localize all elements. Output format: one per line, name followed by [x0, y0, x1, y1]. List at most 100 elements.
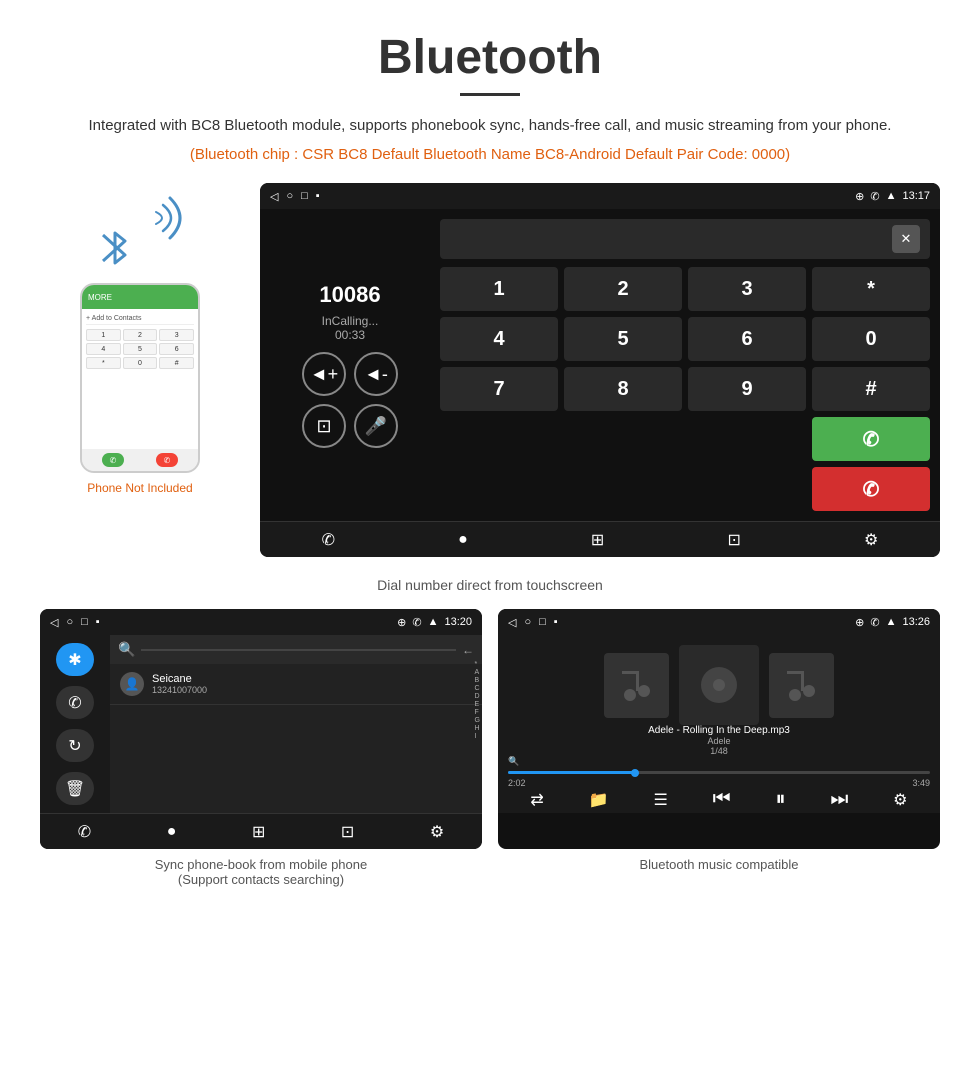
music-disc-icon: [699, 665, 739, 705]
call-answer-btn[interactable]: ✆: [812, 417, 930, 461]
music-prev-btn[interactable]: ⏮: [713, 788, 731, 811]
key-8[interactable]: 8: [564, 367, 682, 411]
location-icon: ⊕: [855, 190, 864, 203]
back-icon: ◁: [270, 190, 278, 203]
music-next-btn[interactable]: ⏭: [830, 788, 848, 811]
music-shuffle-btn[interactable]: ⇄: [530, 790, 543, 810]
pb-status-right: ⊕ ✆ ▲ 13:20: [397, 616, 472, 629]
pb-nav-messages[interactable]: ⊡: [341, 822, 354, 842]
dial-caption: Dial number direct from touchscreen: [40, 577, 940, 593]
nav-dialpad-icon[interactable]: ⊞: [591, 530, 604, 550]
volume-up-btn[interactable]: ◄+: [302, 352, 346, 396]
phonebook-caption-line2: (Support contacts searching): [178, 872, 344, 887]
key-6[interactable]: 6: [688, 317, 806, 361]
dial-input-display: ✕: [440, 219, 930, 259]
notification-icon: ▪: [316, 190, 320, 203]
alpha-H: H: [475, 725, 480, 732]
phone-mockup: MORE + Add to Contacts 1 2 3 4 5 6 * 0 #: [80, 283, 200, 473]
dial-left-panel: 10086 InCalling... 00:33 ◄+ ◄- ⊡ 🎤: [270, 219, 430, 511]
music-notif-icon: ▪: [554, 616, 558, 629]
call-end-btn[interactable]: ✆: [812, 467, 930, 511]
phone-key-hash[interactable]: #: [159, 357, 194, 369]
music-search-icon[interactable]: 🔍: [508, 756, 519, 767]
phonebook-body: ✱ ✆ ↻ 🗑 🔍 ←: [40, 635, 482, 813]
music-screen-wrap: ◁ ○ □ ▪ ⊕ ✆ ▲ 13:26: [498, 609, 940, 887]
pb-search-field[interactable]: [141, 649, 456, 651]
phone-call-btn[interactable]: ✆: [102, 453, 124, 467]
phone-key-4[interactable]: 4: [86, 343, 121, 355]
alpha-G: G: [475, 717, 480, 724]
screen-btn[interactable]: ⊡: [302, 404, 346, 448]
music-album-prev: [604, 653, 669, 718]
key-5[interactable]: 5: [564, 317, 682, 361]
music-caption: Bluetooth music compatible: [498, 857, 940, 872]
nav-calls-icon[interactable]: ✆: [322, 530, 335, 550]
recent-icon: □: [301, 190, 308, 203]
nav-contacts-icon[interactable]: ●: [458, 531, 468, 549]
key-4[interactable]: 4: [440, 317, 558, 361]
phonebook-screen-wrap: ◁ ○ □ ▪ ⊕ ✆ ▲ 13:20 ✱: [40, 609, 482, 887]
dial-content: 10086 InCalling... 00:33 ◄+ ◄- ⊡ 🎤 ✕: [260, 209, 940, 521]
nav-settings-icon[interactable]: ⚙: [864, 530, 878, 550]
music-artist: Adele: [648, 736, 790, 746]
pb-back-arrow[interactable]: ←: [462, 643, 474, 657]
phone-key-2[interactable]: 2: [123, 329, 158, 341]
key-3[interactable]: 3: [688, 267, 806, 311]
music-eq-btn[interactable]: ⚙: [893, 790, 907, 810]
phone-end-btn[interactable]: ✆: [156, 453, 178, 467]
phone-key-0[interactable]: 0: [123, 357, 158, 369]
dial-keypad-grid: 1 2 3 * 4 5 6 0 7 8 9 #: [440, 267, 930, 511]
phone-key-3[interactable]: 3: [159, 329, 194, 341]
pb-wifi-icon: ▲: [428, 616, 439, 628]
key-2[interactable]: 2: [564, 267, 682, 311]
pb-sync-icon[interactable]: ↻: [56, 729, 94, 762]
pb-delete-icon[interactable]: 🗑: [56, 772, 94, 805]
phone-key-6[interactable]: 6: [159, 343, 194, 355]
bluetooth-icon: [95, 223, 135, 273]
key-7[interactable]: 7: [440, 367, 558, 411]
pb-nav-calls[interactable]: ✆: [78, 822, 91, 842]
subtitle: Integrated with BC8 Bluetooth module, su…: [40, 114, 940, 138]
alpha-C: C: [475, 685, 480, 692]
alpha-A: A: [475, 669, 480, 676]
pb-call-icon-btn[interactable]: ✆: [56, 686, 94, 719]
music-total-time: 3:49: [912, 778, 930, 788]
music-playlist-btn[interactable]: ☰: [653, 790, 667, 810]
music-note-icon-prev: [622, 667, 652, 703]
pb-contact-info: Seicane 13241007000: [152, 673, 472, 695]
bluetooth-signal-area: [80, 183, 200, 273]
key-0[interactable]: 0: [812, 317, 930, 361]
phone-key-1[interactable]: 1: [86, 329, 121, 341]
key-hash[interactable]: #: [812, 367, 930, 411]
mic-btn[interactable]: 🎤: [354, 404, 398, 448]
music-body: Adele - Rolling In the Deep.mp3 Adele 1/…: [498, 635, 940, 813]
key-1[interactable]: 1: [440, 267, 558, 311]
pb-nav-dialpad[interactable]: ⊞: [252, 822, 265, 842]
pb-nav-settings[interactable]: ⚙: [430, 822, 444, 842]
key-9[interactable]: 9: [688, 367, 806, 411]
music-call-status: ✆: [870, 616, 879, 629]
phone-key-star[interactable]: *: [86, 357, 121, 369]
music-album-current: [679, 645, 759, 725]
pb-status-left: ◁ ○ □ ▪: [50, 616, 100, 629]
title-divider: [460, 93, 520, 96]
music-screen: ◁ ○ □ ▪ ⊕ ✆ ▲ 13:26: [498, 609, 940, 849]
key-star[interactable]: *: [812, 267, 930, 311]
music-album-next: [769, 653, 834, 718]
music-folder-btn[interactable]: 📁: [589, 790, 609, 810]
music-play-btn[interactable]: ⏸: [775, 788, 785, 811]
bottom-screens: ◁ ○ □ ▪ ⊕ ✆ ▲ 13:20 ✱: [40, 609, 940, 887]
page-container: Bluetooth Integrated with BC8 Bluetooth …: [0, 0, 980, 927]
dial-status-text: InCalling...: [322, 314, 379, 328]
music-progress-bar[interactable]: [508, 771, 930, 774]
pb-nav-contacts[interactable]: ●: [167, 823, 177, 841]
nav-messages-icon[interactable]: ⊡: [727, 530, 740, 550]
phone-key-5[interactable]: 5: [123, 343, 158, 355]
pb-contact-item[interactable]: 👤 Seicane 13241007000: [110, 664, 482, 705]
music-status-bar: ◁ ○ □ ▪ ⊕ ✆ ▲ 13:26: [498, 609, 940, 635]
dial-timer-text: 00:33: [335, 328, 365, 342]
phone-screen-label: MORE: [88, 293, 112, 302]
dial-delete-btn[interactable]: ✕: [892, 225, 920, 253]
volume-down-btn[interactable]: ◄-: [354, 352, 398, 396]
phone-add-contact: + Add to Contacts: [86, 313, 194, 325]
